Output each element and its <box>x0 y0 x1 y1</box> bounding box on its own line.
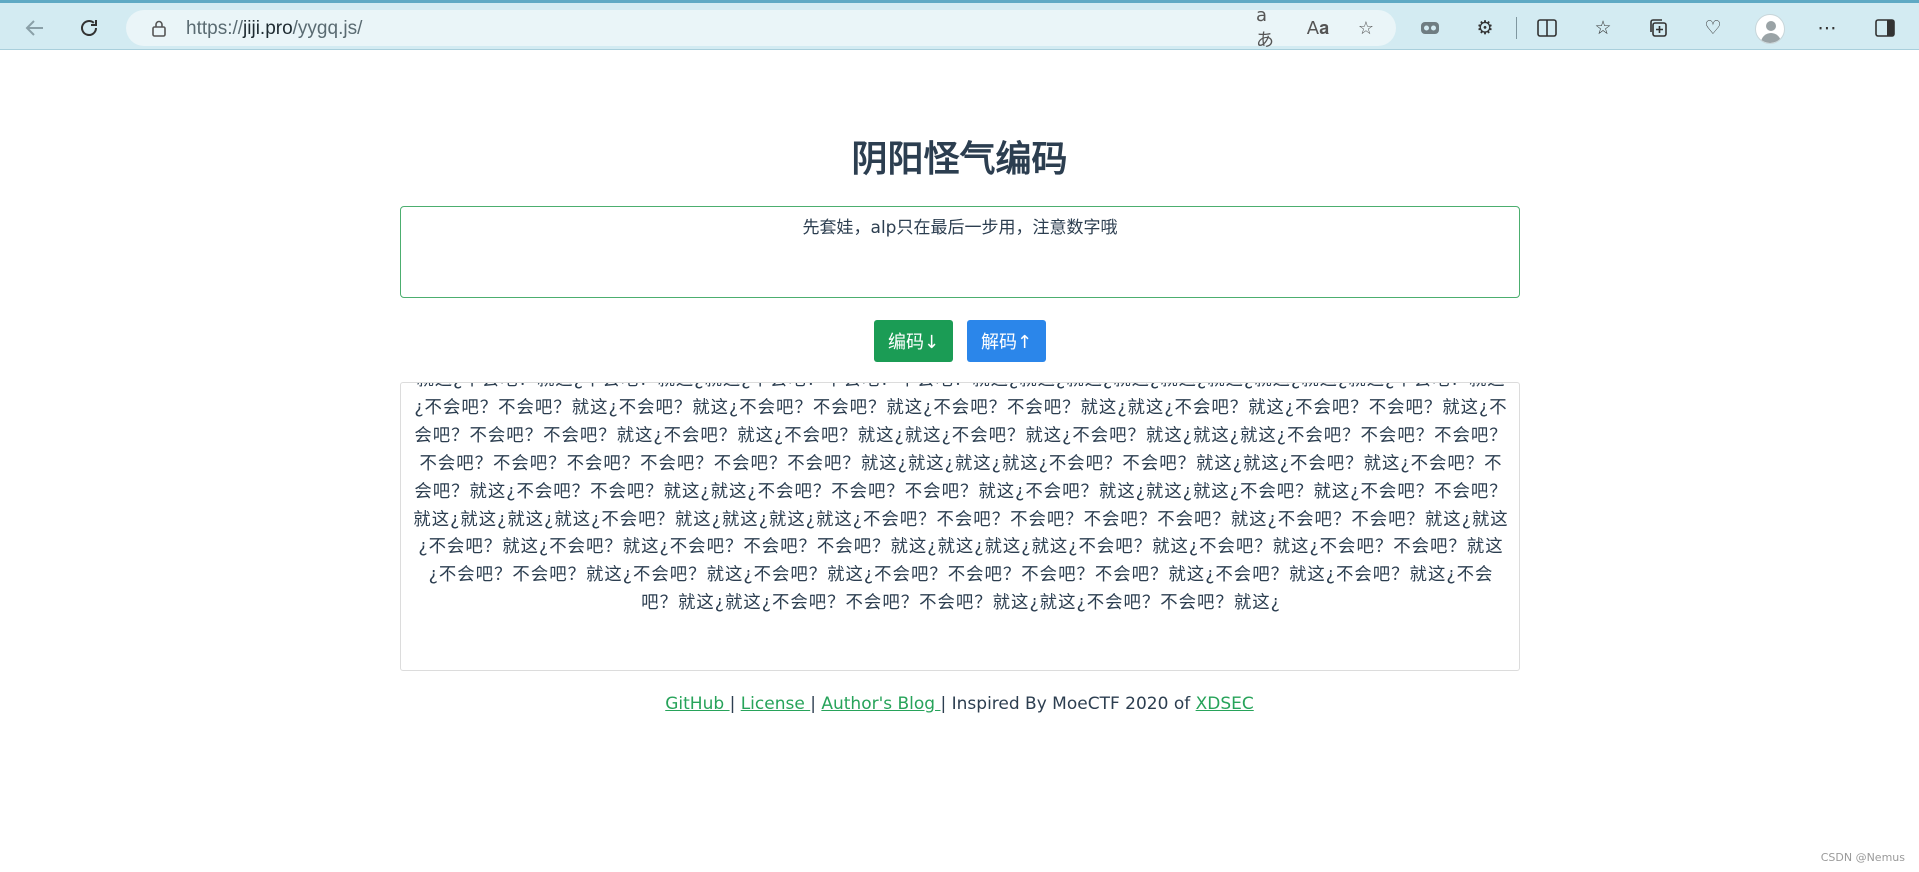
arrow-left-icon[interactable] <box>18 11 52 45</box>
output-textarea[interactable]: 就这¿不会吧？就这¿不会吧？就这¿就这¿不会吧？不会吧？不会吧？就这¿就这¿就这… <box>400 382 1520 671</box>
split-screen-icon[interactable] <box>1534 15 1560 41</box>
address-bar[interactable]: https://jiji.pro/yygq.js/ aあ A𝐚 ☆ <box>126 5 1396 51</box>
browser-toolbar: https://jiji.pro/yygq.js/ aあ A𝐚 ☆ ⚙ ☆ ♡ … <box>0 0 1919 51</box>
decode-button[interactable]: 解码↑ <box>967 320 1046 362</box>
profile-body-shape <box>1761 33 1781 43</box>
more-icon[interactable]: ⋯ <box>1814 15 1840 41</box>
output-text: 就这¿不会吧？就这¿不会吧？就这¿就这¿不会吧？不会吧？不会吧？就这¿就这¿就这… <box>413 383 1509 614</box>
footer-separator: | <box>810 694 822 714</box>
read-aloud-icon[interactable]: A𝐚 <box>1306 16 1330 40</box>
profile-head-shape <box>1766 21 1776 31</box>
toolbar-divider <box>1516 17 1517 39</box>
browser-essentials-shield-icon[interactable] <box>1417 15 1443 41</box>
url-prefix: https:// <box>186 18 244 39</box>
url-text[interactable]: https://jiji.pro/yygq.js/ <box>186 18 362 40</box>
author-blog-link[interactable]: Author's Blog <box>821 694 940 714</box>
extensions-icon[interactable]: ⚙ <box>1472 15 1498 41</box>
browser-essentials-icon[interactable]: ♡ <box>1700 15 1726 41</box>
lock-icon[interactable] <box>150 19 168 37</box>
collections-icon[interactable] <box>1645 15 1671 41</box>
star-icon[interactable]: ☆ <box>1354 16 1378 40</box>
footer-inspired-text: | Inspired By MoeCTF 2020 of <box>940 694 1196 714</box>
favorites-icon[interactable]: ☆ <box>1590 15 1616 41</box>
footer: GitHub | License | Author's Blog | Inspi… <box>0 694 1919 714</box>
sidebar-icon[interactable] <box>1872 15 1898 41</box>
profile-icon[interactable] <box>1755 14 1785 44</box>
xdsec-link[interactable]: XDSEC <box>1196 694 1254 714</box>
watermark: CSDN @Nemus <box>1820 851 1905 864</box>
input-textarea[interactable]: 先套娃，alp只在最后一步用，注意数字哦 <box>400 206 1520 298</box>
github-link[interactable]: GitHub <box>665 694 729 714</box>
encode-button[interactable]: 编码↓ <box>874 320 953 362</box>
reload-icon[interactable] <box>72 11 106 45</box>
url-host: jiji.pro <box>243 18 293 39</box>
page-title: 阴阳怪气编码 <box>851 139 1068 180</box>
license-link[interactable]: License <box>741 694 811 714</box>
translate-icon[interactable]: aあ <box>1256 5 1280 51</box>
url-path: /yygq.js/ <box>292 18 363 39</box>
footer-separator: | <box>729 694 741 714</box>
